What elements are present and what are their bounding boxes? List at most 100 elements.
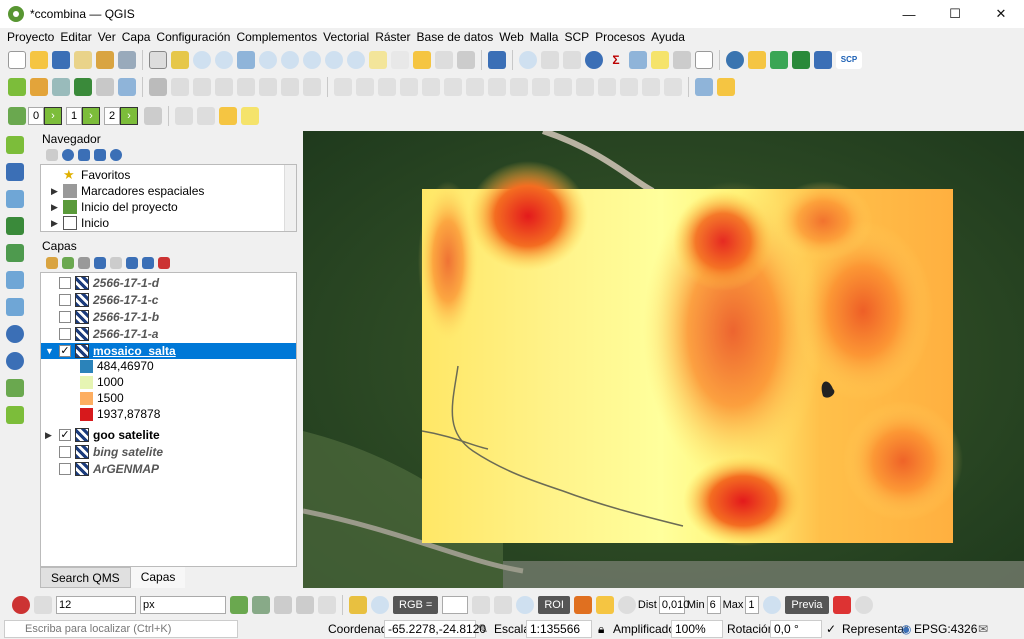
dist-input[interactable]: 0,010 xyxy=(658,596,689,614)
pan-icon[interactable] xyxy=(149,51,167,69)
vertex-tool-icon[interactable] xyxy=(237,78,255,96)
roi-redo-icon[interactable] xyxy=(617,596,636,614)
zoom-out-icon[interactable] xyxy=(215,51,233,69)
zoom-full-icon[interactable] xyxy=(237,51,255,69)
zoom-next-icon[interactable] xyxy=(347,51,365,69)
remove-layer-icon[interactable] xyxy=(158,257,170,269)
std-stretch-icon[interactable] xyxy=(494,596,513,614)
add-vector-icon[interactable] xyxy=(6,136,24,154)
add-geopackage-icon[interactable] xyxy=(6,244,24,262)
band-grid-icon[interactable] xyxy=(144,107,162,125)
roi-create-icon[interactable] xyxy=(573,596,592,614)
roi-zoom-icon[interactable] xyxy=(516,596,535,614)
add-virtual-icon[interactable] xyxy=(6,379,24,397)
virtual-layer-icon[interactable] xyxy=(118,78,136,96)
layer-checkbox[interactable] xyxy=(59,294,71,306)
tracing-icon[interactable] xyxy=(252,596,270,614)
rotation-field[interactable]: 0,0 ° xyxy=(770,620,822,638)
rotate-feature-icon[interactable] xyxy=(356,78,374,96)
band-spin-value-2[interactable]: 1 xyxy=(66,107,82,125)
layer-row[interactable]: ▶ ✓ goo satelite xyxy=(41,427,296,443)
menu-procesos[interactable]: Procesos xyxy=(595,30,645,44)
delete-part-icon[interactable] xyxy=(488,78,506,96)
layer-checkbox-checked[interactable]: ✓ xyxy=(59,345,71,357)
collapse-all-icon[interactable] xyxy=(94,149,106,161)
add-delimited-text-icon[interactable] xyxy=(6,217,24,235)
nav-item-inicio-proyecto[interactable]: ▶ Inicio del proyecto xyxy=(51,199,178,215)
layer-row[interactable]: 2566-17-1-b xyxy=(41,309,296,325)
scp-input-icon[interactable] xyxy=(349,596,367,614)
digitize-icon[interactable] xyxy=(74,78,92,96)
layer-row[interactable]: 2566-17-1-d xyxy=(41,275,296,291)
layer-checkbox[interactable] xyxy=(59,277,71,289)
add-spatialite-icon[interactable] xyxy=(6,271,24,289)
snapping-size-input[interactable]: 12 xyxy=(56,596,136,614)
georeferencer-icon[interactable] xyxy=(695,78,713,96)
add-delimited-layer-icon[interactable] xyxy=(52,78,70,96)
field-calculator-icon[interactable] xyxy=(563,51,581,69)
terrain-icon[interactable] xyxy=(792,51,810,69)
new-project-icon[interactable] xyxy=(8,51,26,69)
rotate-point-icon[interactable] xyxy=(642,78,660,96)
deselect-all-icon[interactable] xyxy=(219,107,237,125)
add-group-icon[interactable] xyxy=(62,257,74,269)
crs-globe-icon[interactable]: ◉ xyxy=(901,622,911,636)
zoom-layer-icon[interactable] xyxy=(281,51,299,69)
magnet-snapping-icon[interactable] xyxy=(12,596,30,614)
menu-proyecto[interactable]: Proyecto xyxy=(7,30,54,44)
roi-add-icon[interactable] xyxy=(595,596,614,614)
reshape-icon[interactable] xyxy=(510,78,528,96)
map-canvas[interactable] xyxy=(303,131,1024,588)
layer-row[interactable]: 2566-17-1-c xyxy=(41,292,296,308)
new-shapefile-icon[interactable] xyxy=(6,406,24,424)
menu-complementos[interactable]: Complementos xyxy=(236,30,317,44)
locator-search-input[interactable]: Escriba para localizar (Ctrl+K) xyxy=(4,620,238,638)
menu-base-de-datos[interactable]: Base de datos xyxy=(417,30,494,44)
add-feature-icon[interactable] xyxy=(215,78,233,96)
refresh-icon[interactable] xyxy=(457,51,475,69)
classification-preview-icon[interactable] xyxy=(832,596,851,614)
band-spin-value-3[interactable]: 2 xyxy=(104,107,120,125)
expand-arrow-icon[interactable]: ▶ xyxy=(51,202,63,213)
minimize-button[interactable]: — xyxy=(886,0,932,28)
scale-field[interactable]: 1:135566 xyxy=(526,620,592,638)
layer-row[interactable]: ArGENMAP xyxy=(41,461,296,477)
delete-selected-icon[interactable] xyxy=(259,78,277,96)
coordinate-field[interactable]: -65.2278,-24.8120 xyxy=(384,620,486,638)
save-edits-icon[interactable] xyxy=(193,78,211,96)
layout-manager-icon[interactable] xyxy=(96,51,114,69)
add-mesh-icon[interactable] xyxy=(6,190,24,208)
intersection-icon[interactable] xyxy=(274,596,292,614)
plugin-icon[interactable] xyxy=(748,51,766,69)
filter-legend-icon[interactable] xyxy=(94,257,106,269)
add-wfs-icon[interactable] xyxy=(6,352,24,370)
cut-features-icon[interactable] xyxy=(281,78,299,96)
add-ring-icon[interactable] xyxy=(400,78,418,96)
expand-arrow-icon[interactable]: ▶ xyxy=(51,186,63,197)
expand-arrow-icon[interactable]: ▶ xyxy=(45,430,59,441)
snapping-config-icon[interactable] xyxy=(34,596,52,614)
split-parts-icon[interactable] xyxy=(576,78,594,96)
menu-web[interactable]: Web xyxy=(499,30,523,44)
scp-zoom-icon[interactable] xyxy=(371,596,389,614)
layer-checkbox[interactable] xyxy=(59,328,71,340)
delete-ring-icon[interactable] xyxy=(466,78,484,96)
scp-dock-icon[interactable] xyxy=(770,51,788,69)
split-features-icon[interactable] xyxy=(554,78,572,96)
collapse-arrow-icon[interactable]: ▼ xyxy=(45,346,59,356)
merge-attributes-icon[interactable] xyxy=(620,78,638,96)
layer-row[interactable]: 2566-17-1-a xyxy=(41,326,296,342)
new-map-view-icon[interactable] xyxy=(369,51,387,69)
help-icon[interactable] xyxy=(488,51,506,69)
python-console-icon[interactable] xyxy=(726,51,744,69)
select-by-location-icon[interactable] xyxy=(241,107,259,125)
fill-ring-icon[interactable] xyxy=(444,78,462,96)
open-project-icon[interactable] xyxy=(30,51,48,69)
menu-raster[interactable]: Ráster xyxy=(375,30,410,44)
percent-stretch-icon[interactable] xyxy=(472,596,491,614)
nav-item-marcadores[interactable]: ▶ Marcadores espaciales xyxy=(51,183,204,199)
text-annotation-icon[interactable] xyxy=(695,51,713,69)
save-project-icon[interactable] xyxy=(52,51,70,69)
add-vector-layer-icon[interactable] xyxy=(8,78,26,96)
show-bookmarks-icon[interactable] xyxy=(435,51,453,69)
